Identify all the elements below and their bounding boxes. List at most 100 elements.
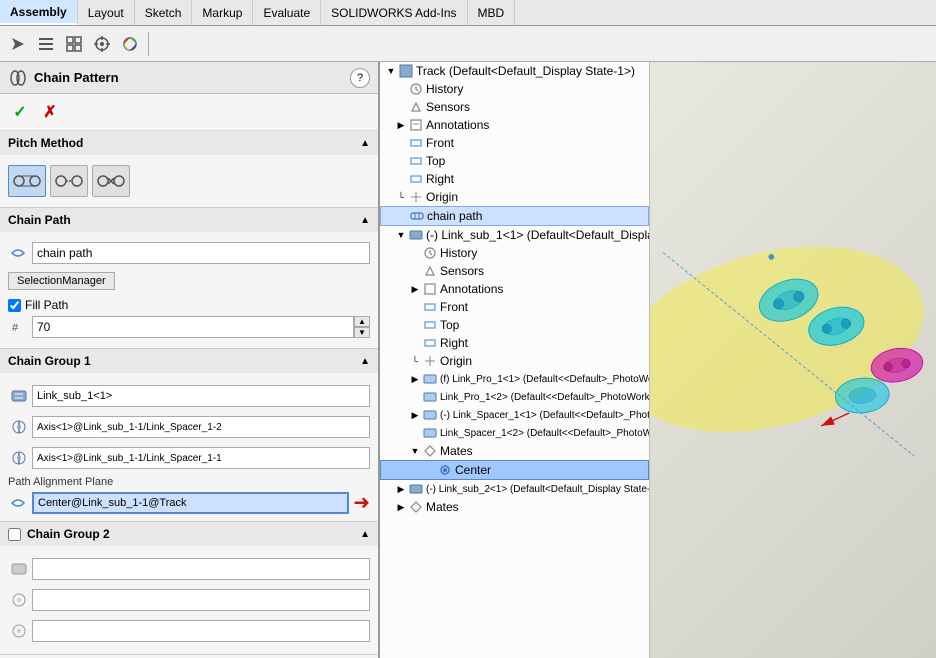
- tree-item-annotations1[interactable]: ▶ Annotations: [380, 116, 649, 134]
- confirm-button[interactable]: ✓: [8, 100, 32, 124]
- pitch-btn-3[interactable]: [92, 165, 130, 197]
- chain-path-input-row: [8, 242, 370, 264]
- tree-history1-icon: [408, 81, 424, 97]
- selection-manager-button[interactable]: SelectionManager: [8, 272, 115, 290]
- tree-item-top1[interactable]: Top: [380, 152, 649, 170]
- menu-tab-assembly[interactable]: Assembly: [0, 0, 78, 25]
- tree-item-sub-top[interactable]: Top: [380, 316, 649, 334]
- group2-item-1[interactable]: [32, 558, 370, 580]
- tree-item-sub-sensors[interactable]: Sensors: [380, 262, 649, 280]
- tree-item-sub-right[interactable]: Right: [380, 334, 649, 352]
- menu-tab-evaluate[interactable]: Evaluate: [253, 0, 321, 25]
- chain-group1-header[interactable]: Chain Group 1 ▲: [0, 349, 378, 373]
- tree-item-linkpro1-1[interactable]: ▶ (f) Link_Pro_1<1> (Default<<Default>_P…: [380, 370, 649, 388]
- pitch-method-header[interactable]: Pitch Method ▲: [0, 131, 378, 155]
- tree-sub-origin-arrow: └: [408, 354, 422, 368]
- tree-sub-origin-label: Origin: [440, 354, 472, 368]
- tree-item-origin1[interactable]: └ Origin: [380, 188, 649, 206]
- tree-item-sub-history[interactable]: History: [380, 244, 649, 262]
- path-align-row: ➜: [8, 490, 370, 515]
- path-align-icon: [8, 493, 28, 513]
- menu-tab-layout[interactable]: Layout: [78, 0, 135, 25]
- tree-item-linkspacer1-1[interactable]: ▶ (-) Link_Spacer_1<1> (Default<<Default…: [380, 406, 649, 424]
- tree-linkpro1-1-arrow: ▶: [408, 372, 422, 386]
- toolbar-btn-list[interactable]: [32, 30, 60, 58]
- tree-sub-sensors-label: Sensors: [440, 264, 484, 278]
- toolbar-btn-grid[interactable]: [60, 30, 88, 58]
- cancel-button[interactable]: ✗: [38, 100, 62, 124]
- section-chain-group2: Chain Group 2 ▲: [0, 522, 378, 655]
- tree-item-front1[interactable]: Front: [380, 134, 649, 152]
- chain-group1-label: Chain Group 1: [8, 354, 91, 368]
- red-arrow-icon: ➜: [353, 490, 370, 515]
- group2-item-3-icon: [8, 620, 30, 642]
- menu-tab-sketch[interactable]: Sketch: [135, 0, 193, 25]
- toolbar-btn-target[interactable]: [88, 30, 116, 58]
- group1-item-1[interactable]: Link_sub_1<1>: [32, 385, 370, 407]
- tree-item-linksub1[interactable]: ▼ (-) Link_sub_1<1> (Default<Default_Dis…: [380, 226, 649, 244]
- tree-sub-front-icon: [422, 299, 438, 315]
- tree-right1-icon: [408, 171, 424, 187]
- chain-group2-label: Chain Group 2: [27, 527, 110, 541]
- group2-item-1-row: [8, 555, 370, 583]
- distance-spin-down[interactable]: ▼: [354, 327, 370, 338]
- viewport-canvas: [650, 62, 936, 658]
- menu-tab-markup[interactable]: Markup: [192, 0, 253, 25]
- path-align-label: Path Alignment Plane: [8, 476, 370, 488]
- tree-history1-label: History: [426, 82, 463, 96]
- tree-root[interactable]: ▼ Track (Default<Default_Display State-1…: [380, 62, 649, 80]
- group2-item-2-row: [8, 586, 370, 614]
- path-align-input[interactable]: [32, 492, 349, 514]
- help-button[interactable]: ?: [350, 68, 370, 88]
- tree-linkspacer1-1-arrow: ▶: [408, 408, 422, 422]
- menu-tab-mbd[interactable]: MBD: [468, 0, 516, 25]
- chain-group2-checkbox[interactable]: [8, 528, 21, 541]
- tree-item-mates1[interactable]: ▼ Mates: [380, 442, 649, 460]
- group2-item-3[interactable]: [32, 620, 370, 642]
- tree-top1-label: Top: [426, 154, 445, 168]
- tree-item-sub-annotations[interactable]: ▶ Annotations: [380, 280, 649, 298]
- tree-sub-sensors-icon: [422, 263, 438, 279]
- chain-path-input[interactable]: [32, 242, 370, 264]
- panel-title: Chain Pattern: [34, 70, 350, 85]
- chain-group2-content: [0, 546, 378, 654]
- menu-tab-solidworks-addins[interactable]: SOLIDWORKS Add-Ins: [321, 0, 467, 25]
- group1-item-3[interactable]: Axis<1>@Link_sub_1-1/Link_Spacer_1-1: [32, 447, 370, 469]
- tree-item-linkspacer1-2[interactable]: Link_Spacer_1<2> (Default<<Default>_Phot…: [380, 424, 649, 442]
- tree-item-sub-front[interactable]: Front: [380, 298, 649, 316]
- viewport-svg: [650, 62, 936, 658]
- tree-item-sensors1[interactable]: Sensors: [380, 98, 649, 116]
- tree-item-sub-origin[interactable]: └ Origin: [380, 352, 649, 370]
- section-chain-path: Chain Path ▲ SelectionManager: [0, 208, 378, 349]
- tree-sub-front-arrow: [408, 300, 422, 314]
- distance-spin-up[interactable]: ▲: [354, 316, 370, 327]
- tree-item-mates-root[interactable]: ▶ Mates: [380, 498, 649, 516]
- tree-item-history1[interactable]: History: [380, 80, 649, 98]
- tree-sub-right-arrow: [408, 336, 422, 350]
- tree-item-linksub2[interactable]: ▶ (-) Link_sub_2<1> (Default<Default_Dis…: [380, 480, 649, 498]
- pitch-btn-2[interactable]: [50, 165, 88, 197]
- group1-item-2-row: Axis<1>@Link_sub_1-1/Link_Spacer_1-2: [8, 413, 370, 441]
- pitch-btn-1[interactable]: [8, 165, 46, 197]
- tree-sub-origin-icon: [422, 353, 438, 369]
- tree-item-right1[interactable]: Right: [380, 170, 649, 188]
- tree-item-center[interactable]: Center: [380, 460, 649, 480]
- tree-linkspacer1-2-label: Link_Spacer_1<2> (Default<<Default>_Phot…: [440, 428, 650, 439]
- toolbar-btn-arrow[interactable]: [4, 30, 32, 58]
- fill-path-checkbox[interactable]: [8, 299, 21, 312]
- tree-item-chainpath[interactable]: chain path: [380, 206, 649, 226]
- chain-path-label: Chain Path: [8, 213, 71, 227]
- chain-path-header[interactable]: Chain Path ▲: [0, 208, 378, 232]
- tree-origin1-arrow: └: [394, 190, 408, 204]
- pitch-method-label: Pitch Method: [8, 136, 83, 150]
- menu-bar: Assembly Layout Sketch Markup Evaluate S…: [0, 0, 936, 26]
- left-panel: Chain Pattern ? ✓ ✗ Pitch Method ▲: [0, 62, 380, 658]
- tree-history1-arrow: [394, 82, 408, 96]
- group2-item-2[interactable]: [32, 589, 370, 611]
- toolbar-btn-color[interactable]: [116, 30, 144, 58]
- distance-input[interactable]: [32, 316, 354, 338]
- group2-item-2-icon: [8, 589, 30, 611]
- chain-group2-header[interactable]: Chain Group 2 ▲: [0, 522, 378, 546]
- group1-item-2[interactable]: Axis<1>@Link_sub_1-1/Link_Spacer_1-2: [32, 416, 370, 438]
- tree-item-linkpro1-2[interactable]: Link_Pro_1<2> (Default<<Default>_PhotoWo…: [380, 388, 649, 406]
